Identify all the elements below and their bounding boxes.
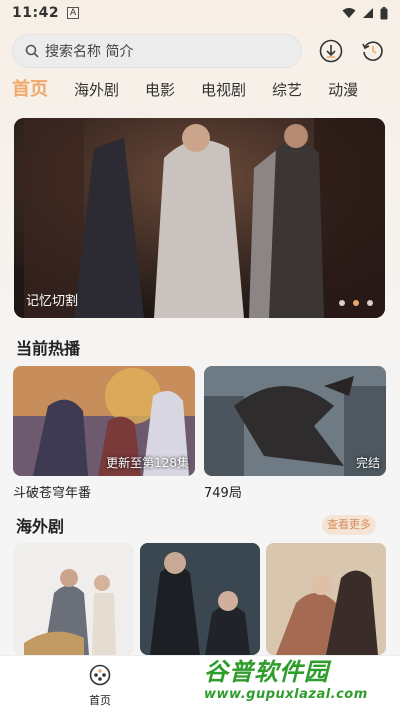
- banner-image: [14, 118, 385, 318]
- poster-image: [140, 543, 260, 655]
- carousel-dot[interactable]: [339, 300, 345, 306]
- view-more-button[interactable]: 查看更多: [322, 515, 376, 535]
- search-row: 搜索名称 简介: [12, 34, 388, 68]
- overseas-poster-card[interactable]: [14, 543, 134, 655]
- tab-anime[interactable]: 动漫: [328, 76, 358, 104]
- section-title-overseas: 海外剧: [16, 517, 65, 536]
- search-placeholder: 搜索名称 简介: [45, 44, 134, 60]
- wifi-icon: [342, 8, 356, 18]
- tab-tv[interactable]: 电视剧: [201, 76, 246, 104]
- carousel-dot[interactable]: [367, 300, 373, 306]
- overseas-poster-card[interactable]: [140, 543, 260, 655]
- nav-home-label: 首页: [89, 694, 111, 707]
- overseas-poster-card[interactable]: [266, 543, 386, 655]
- gamepad-home-icon: [89, 664, 111, 686]
- hot-card[interactable]: 完结 749局: [204, 366, 386, 501]
- tab-home[interactable]: 首页: [12, 76, 48, 104]
- watermark-logo: 谷普软件园 www.gupuxlazal.com: [204, 652, 394, 706]
- search-input[interactable]: 搜索名称 简介: [12, 34, 302, 68]
- episode-tag: 更新至第128集: [106, 456, 189, 470]
- search-icon: [25, 44, 39, 58]
- watermark-url: www.gupuxlazal.com: [204, 687, 368, 702]
- watermark-main: 谷普软件园: [204, 658, 329, 686]
- signal-icon: [363, 8, 373, 18]
- notification-a-icon: A: [67, 7, 80, 19]
- category-tabs: 首页 海外剧 电影 电视剧 综艺 动漫: [12, 76, 400, 104]
- section-title-hot: 当前热播: [16, 339, 81, 358]
- poster-image: [266, 543, 386, 655]
- battery-icon: [380, 6, 388, 19]
- nav-item-home[interactable]: 首页: [82, 664, 118, 708]
- download-button[interactable]: [318, 38, 344, 64]
- hot-card[interactable]: 更新至第128集 斗破苍穹年番: [13, 366, 195, 501]
- status-time: 11:42: [12, 5, 60, 21]
- tab-movies[interactable]: 电影: [145, 76, 175, 104]
- poster-image: 完结: [204, 366, 386, 476]
- status-bar: 11:42 A: [0, 0, 400, 26]
- carousel-dot-active[interactable]: [353, 300, 359, 306]
- poster-image: [14, 543, 134, 655]
- status-tag: 完结: [355, 456, 380, 470]
- history-icon: [362, 41, 383, 61]
- carousel-indicator: [339, 300, 373, 306]
- download-icon: [319, 39, 343, 63]
- card-title: 749局: [204, 486, 242, 501]
- history-button[interactable]: [360, 38, 386, 64]
- tab-overseas[interactable]: 海外剧: [74, 76, 119, 104]
- poster-image: 更新至第128集: [13, 366, 195, 476]
- tab-variety[interactable]: 综艺: [272, 76, 302, 104]
- featured-banner[interactable]: 记忆切割: [14, 118, 385, 318]
- card-title: 斗破苍穹年番: [13, 486, 92, 501]
- banner-title: 记忆切割: [26, 294, 79, 309]
